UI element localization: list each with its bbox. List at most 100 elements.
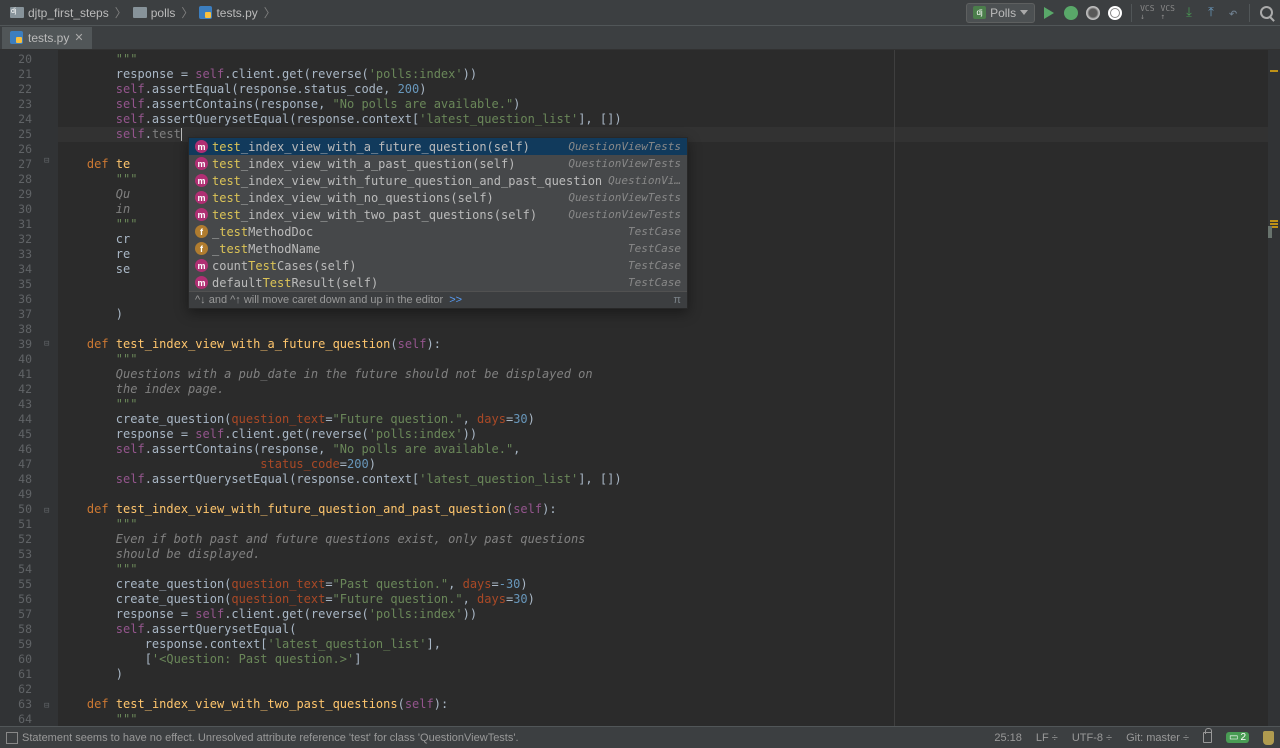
completion-item[interactable]: m countTestCases(self) TestCase <box>189 257 687 274</box>
toolbar-right: dj Polls VCS↓ VCS↑ ⤓ ⤒ ↶ <box>966 3 1274 23</box>
target-icon <box>1086 6 1100 20</box>
code-area[interactable]: """ response = self.client.get(reverse('… <box>58 50 1280 726</box>
breadcrumb: djtp_first_steps 〉 polls 〉 tests.py 〉 <box>6 4 278 21</box>
completion-item-class: QuestionViewTests <box>568 208 681 221</box>
commit-button[interactable]: ⤒ <box>1203 5 1219 21</box>
lock-icon[interactable] <box>1203 732 1212 743</box>
breadcrumb-separator: 〉 <box>262 4 278 21</box>
python-file-icon <box>10 31 23 44</box>
warning-marker[interactable] <box>1270 70 1278 72</box>
breadcrumb-separator: 〉 <box>113 4 129 21</box>
status-bar: Statement seems to have no effect. Unres… <box>0 726 1280 748</box>
change-marker[interactable] <box>1268 226 1272 238</box>
completion-item-class: TestCase <box>628 242 681 255</box>
run-config-label: Polls <box>990 6 1016 20</box>
notifications-badge[interactable]: ▭ 2 <box>1226 732 1249 743</box>
globe-icon <box>1108 6 1122 20</box>
navigation-bar: djtp_first_steps 〉 polls 〉 tests.py 〉 dj… <box>0 0 1280 26</box>
folder-icon <box>133 7 147 18</box>
toolbar-separator <box>1249 4 1250 22</box>
right-margin-guide <box>894 50 895 726</box>
completion-item[interactable]: m test_index_view_with_a_future_question(… <box>189 138 687 155</box>
field-icon: f <box>195 242 208 255</box>
file-tab-tests[interactable]: tests.py ✕ <box>2 27 92 49</box>
breadcrumb-file-label: tests.py <box>216 6 257 20</box>
text-caret <box>181 128 182 141</box>
completion-item-name: _testMethodName <box>212 242 320 256</box>
hector-icon[interactable] <box>1263 731 1274 745</box>
method-icon: m <box>195 259 208 272</box>
vcs-label-icon: VCS↑ <box>1161 5 1175 21</box>
field-icon: f <box>195 225 208 238</box>
caret-position[interactable]: 25:18 <box>994 732 1022 744</box>
completion-item[interactable]: m test_index_view_with_two_past_questions… <box>189 206 687 223</box>
completion-item[interactable]: m defaultTestResult(self) TestCase <box>189 274 687 291</box>
run-button[interactable] <box>1041 5 1057 21</box>
completion-item-class: TestCase <box>628 276 681 289</box>
vcs-label-icon: VCS↓ <box>1140 5 1154 21</box>
completion-more-link[interactable]: >> <box>449 294 462 306</box>
breadcrumb-folder-label: polls <box>151 6 176 20</box>
play-icon <box>1044 7 1054 19</box>
fold-marker-icon[interactable]: ⊟ <box>44 339 49 349</box>
completion-item-name: test_index_view_with_no_questions(self) <box>212 191 494 205</box>
line-separator-selector[interactable]: LF ÷ <box>1036 732 1058 744</box>
completion-item[interactable]: m test_index_view_with_a_past_question(se… <box>189 155 687 172</box>
breadcrumb-root-label: djtp_first_steps <box>28 6 109 20</box>
browser-button[interactable] <box>1107 5 1123 21</box>
completion-item-name: test_index_view_with_a_future_question(s… <box>212 140 530 154</box>
completion-item-class: QuestionViewTests <box>568 191 681 204</box>
completion-item-class: TestCase <box>628 259 681 272</box>
method-icon: m <box>195 191 208 204</box>
run-configuration-selector[interactable]: dj Polls <box>966 3 1035 23</box>
coverage-button[interactable] <box>1085 5 1101 21</box>
error-stripe[interactable] <box>1268 50 1280 726</box>
completion-item-class: QuestionViewTests <box>568 140 681 153</box>
completion-item[interactable]: m test_index_view_with_no_questions(self)… <box>189 189 687 206</box>
method-icon: m <box>195 174 208 187</box>
completion-item-class: QuestionVi… <box>608 174 681 187</box>
completion-item-name: defaultTestResult(self) <box>212 276 378 290</box>
completion-item-name: test_index_view_with_future_question_and… <box>212 174 602 188</box>
tab-label: tests.py <box>28 31 69 45</box>
code-completion-popup[interactable]: m test_index_view_with_a_future_question(… <box>188 137 688 309</box>
revert-button[interactable]: ↶ <box>1225 5 1241 21</box>
completion-item[interactable]: f _testMethodDoc TestCase <box>189 223 687 240</box>
search-everywhere-button[interactable] <box>1258 5 1274 21</box>
completion-footer: ^↓ and ^↑ will move caret down and up in… <box>189 291 687 308</box>
line-number-gutter: 2021222324252627282930313233343536373839… <box>0 50 42 726</box>
completion-item[interactable]: f _testMethodName TestCase <box>189 240 687 257</box>
completion-item-name: test_index_view_with_two_past_questions(… <box>212 208 537 222</box>
warning-marker[interactable] <box>1270 220 1278 222</box>
breadcrumb-root[interactable]: djtp_first_steps <box>6 6 113 20</box>
git-branch[interactable]: Git: master ÷ <box>1126 732 1189 744</box>
completion-item-name: _testMethodDoc <box>212 225 313 239</box>
method-icon: m <box>195 140 208 153</box>
completion-item-class: TestCase <box>628 225 681 238</box>
django-config-icon: dj <box>973 6 986 19</box>
fold-gutter: ⊟ ⊟ ⊟ ⊟ <box>42 50 58 726</box>
completion-item-name: test_index_view_with_a_past_question(sel… <box>212 157 515 171</box>
method-icon: m <box>195 276 208 289</box>
update-project-button[interactable]: ⤓ <box>1181 5 1197 21</box>
breadcrumb-separator: 〉 <box>179 4 195 21</box>
breadcrumb-folder[interactable]: polls <box>129 6 180 20</box>
python-file-icon <box>199 6 212 19</box>
close-icon[interactable]: ✕ <box>74 31 83 44</box>
bug-icon <box>1064 6 1078 20</box>
warning-marker[interactable] <box>1270 223 1278 225</box>
method-icon: m <box>195 157 208 170</box>
tool-window-toggle-icon[interactable] <box>6 732 18 744</box>
completion-item[interactable]: m test_index_view_with_future_question_an… <box>189 172 687 189</box>
django-folder-icon <box>10 7 24 18</box>
encoding-selector[interactable]: UTF-8 ÷ <box>1072 732 1112 744</box>
completion-item-name: countTestCases(self) <box>212 259 357 273</box>
fold-marker-icon[interactable]: ⊟ <box>44 701 49 711</box>
fold-marker-icon[interactable]: ⊟ <box>44 156 49 166</box>
editor[interactable]: 2021222324252627282930313233343536373839… <box>0 50 1280 726</box>
debug-button[interactable] <box>1063 5 1079 21</box>
breadcrumb-file[interactable]: tests.py <box>195 6 261 20</box>
fold-marker-icon[interactable]: ⊟ <box>44 506 49 516</box>
method-icon: m <box>195 208 208 221</box>
editor-tabs: tests.py ✕ <box>0 26 1280 50</box>
